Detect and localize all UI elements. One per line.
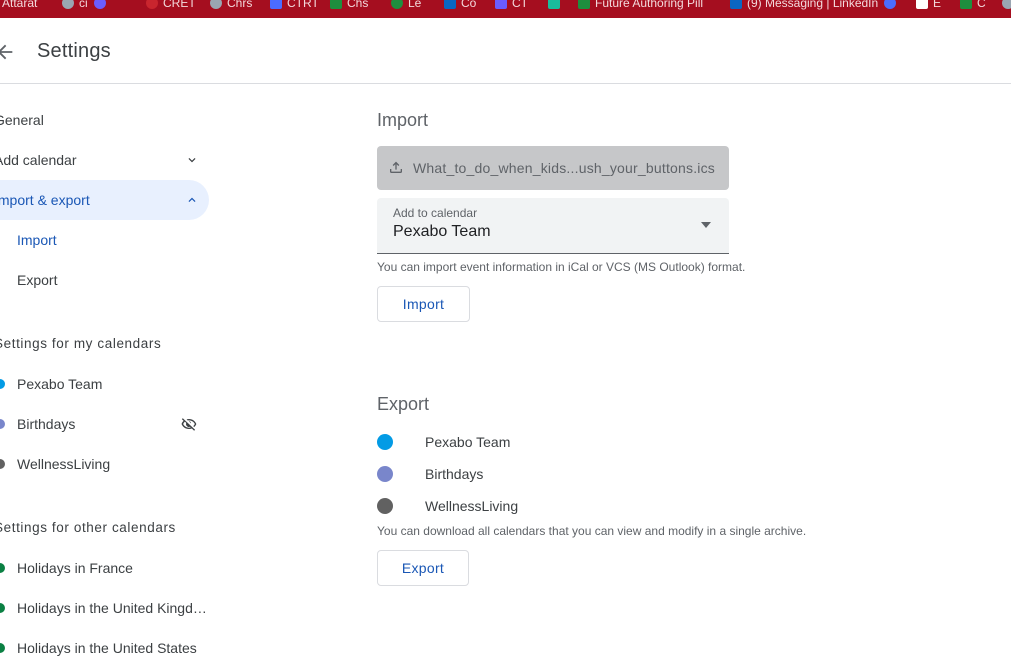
export-button[interactable]: Export — [377, 550, 469, 586]
bookmark-favicon — [730, 0, 742, 9]
bookmark-item[interactable]: Le — [391, 0, 421, 11]
upload-icon — [390, 161, 402, 173]
bookmark-favicon — [146, 0, 158, 9]
bookmark-item[interactable]: Co — [444, 0, 476, 11]
page-title: Settings — [37, 40, 111, 62]
selected-file-name: What_to_do_when_kids...ush_your_buttons.… — [413, 160, 716, 176]
bookmark-favicon — [884, 0, 896, 9]
import-button[interactable]: Import — [377, 286, 470, 322]
bookmark-favicon — [548, 0, 560, 9]
sidebar-item-import-export[interactable]: Import & export — [0, 180, 209, 220]
bookmarks-bar: Attarat ci CRET Chrs CTRT Chs Le Co CT F… — [0, 0, 1011, 18]
bookmark-item[interactable]: CRET — [146, 0, 196, 11]
add-to-calendar-label: Add to calendar — [393, 206, 478, 220]
calendar-color-dot — [0, 379, 5, 389]
chevron-down-icon — [188, 158, 196, 163]
bookmark-item[interactable]: Future Authoring Pill — [578, 0, 703, 11]
calendar-color-dot — [0, 459, 5, 469]
bookmark-item[interactable]: CT — [495, 0, 528, 11]
sidebar-calendar-holidays-france[interactable]: Holidays in France — [0, 548, 215, 588]
bookmark-favicon — [94, 0, 106, 9]
bookmark-favicon — [960, 0, 972, 9]
bookmark-item[interactable]: ci — [62, 0, 88, 11]
bookmark-favicon — [62, 0, 74, 9]
calendar-color-dot — [377, 498, 393, 514]
sidebar-subitem-export[interactable]: Export — [17, 260, 57, 300]
bookmark-favicon — [391, 0, 403, 9]
import-file-picker[interactable]: What_to_do_when_kids...ush_your_buttons.… — [377, 146, 729, 190]
chevron-up-icon — [188, 197, 196, 202]
calendar-color-dot — [377, 466, 393, 482]
other-calendars-heading: Settings for other calendars — [0, 520, 176, 535]
bookmark-item[interactable] — [884, 0, 901, 11]
settings-sidebar: General Add calendar Import & export Imp… — [0, 84, 220, 659]
bookmark-item[interactable]: Attarat — [2, 0, 37, 11]
sidebar-subitem-import[interactable]: Import — [17, 220, 57, 260]
sidebar-calendar-holidays-us[interactable]: Holidays in the United States — [0, 628, 215, 668]
sidebar-calendar-holidays-uk[interactable]: Holidays in the United Kingd… — [0, 588, 215, 628]
export-hint: You can download all calendars that you … — [377, 524, 807, 538]
calendar-color-dot — [377, 434, 393, 450]
calendar-color-dot — [0, 603, 5, 613]
add-to-calendar-select[interactable]: Add to calendar Pexabo Team — [377, 198, 729, 254]
bookmark-item[interactable]: Chrs — [210, 0, 252, 11]
bookmark-favicon — [578, 0, 590, 9]
bookmark-item[interactable]: E — [916, 0, 941, 11]
calendar-color-dot — [0, 643, 5, 653]
import-hint: You can import event information in iCal… — [377, 260, 746, 274]
calendar-color-dot — [0, 419, 5, 429]
bookmark-favicon — [210, 0, 222, 9]
export-heading: Export — [377, 394, 430, 414]
bookmark-favicon — [444, 0, 456, 9]
bookmark-item[interactable] — [1002, 0, 1011, 11]
bookmark-item[interactable]: CTRT — [270, 0, 319, 11]
bookmark-favicon — [495, 0, 507, 9]
sidebar-item-general[interactable]: General — [0, 100, 209, 140]
my-calendars-heading: Settings for my calendars — [0, 336, 162, 351]
bookmark-item[interactable]: (9) Messaging | LinkedIn — [730, 0, 878, 11]
bookmark-favicon — [270, 0, 282, 9]
add-to-calendar-value: Pexabo Team — [393, 223, 491, 240]
bookmark-item[interactable]: C — [960, 0, 986, 11]
calendar-color-dot — [0, 563, 5, 573]
import-heading: Import — [377, 110, 429, 130]
sidebar-calendar-wellnessliving[interactable]: WellnessLiving — [0, 444, 215, 484]
bookmark-item[interactable] — [548, 0, 565, 11]
sidebar-item-add-calendar[interactable]: Add calendar — [0, 140, 209, 180]
dropdown-arrow-icon — [701, 222, 711, 228]
sidebar-calendar-pexabo-team[interactable]: Pexabo Team — [0, 364, 215, 404]
bookmark-item[interactable]: Chs — [330, 0, 368, 11]
bookmark-favicon — [330, 0, 342, 9]
bookmark-favicon — [1002, 0, 1011, 9]
arrow-back-icon[interactable] — [0, 41, 16, 63]
visibility-off-icon[interactable] — [180, 416, 198, 432]
bookmark-item[interactable] — [94, 0, 111, 11]
sidebar-calendar-birthdays[interactable]: Birthdays — [0, 404, 215, 444]
bookmark-favicon — [916, 0, 928, 9]
settings-header: Settings — [0, 18, 1011, 84]
